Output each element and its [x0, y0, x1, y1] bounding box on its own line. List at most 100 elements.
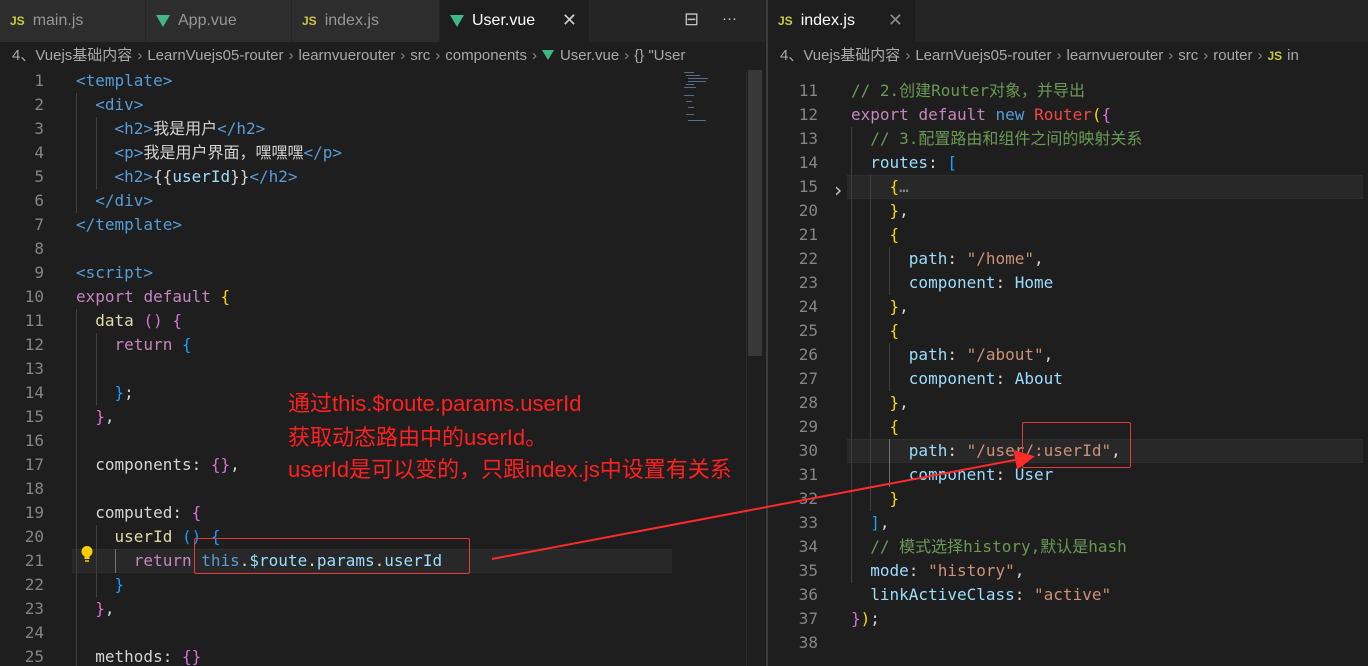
- code-token: component: [908, 273, 996, 292]
- breadcrumb-item[interactable]: in: [1287, 47, 1299, 64]
- breadcrumb-item[interactable]: LearnVuejs05-router: [915, 47, 1051, 64]
- line-number: 21: [798, 225, 818, 244]
- code-text: linkActiveClass: "active": [851, 583, 1111, 607]
- breadcrumb-item[interactable]: learnvuerouter: [1067, 47, 1164, 64]
- tab-index-js[interactable]: JS index.js: [292, 0, 440, 42]
- code-token: {: [181, 335, 192, 354]
- code-token: :: [947, 249, 967, 268]
- code-line: 24: [0, 621, 766, 645]
- code-text: }: [76, 573, 125, 597]
- breadcrumb-item[interactable]: src: [410, 47, 430, 64]
- code-text: },: [851, 391, 909, 415]
- close-icon[interactable]: ✕: [562, 10, 577, 30]
- code-token: <h2>: [76, 167, 154, 186]
- line-number: 19: [24, 503, 44, 522]
- breadcrumb-item[interactable]: {} "User: [634, 47, 685, 64]
- code-token: export: [76, 287, 134, 306]
- tab-index-js-right[interactable]: JS index.js ✕: [768, 0, 916, 42]
- line-number: 5: [34, 167, 44, 186]
- code-line: 25 methods: {}: [0, 645, 766, 666]
- indent-guide: [889, 247, 890, 295]
- tab-user-vue[interactable]: User.vue ✕: [440, 0, 590, 42]
- line-number: 6: [34, 191, 44, 210]
- chevron-right-icon: ›: [288, 47, 294, 64]
- chevron-right-icon: ›: [400, 47, 406, 64]
- more-actions-icon[interactable]: ···: [722, 10, 737, 27]
- tab-app-vue[interactable]: App.vue: [146, 0, 292, 42]
- code-text: // 模式选择history,默认是hash: [851, 535, 1127, 559]
- code-token: :: [995, 465, 1015, 484]
- code-token: :: [928, 153, 948, 172]
- indent-guide: [96, 525, 97, 597]
- code-token: ;: [870, 609, 880, 628]
- line-number: 22: [798, 249, 818, 268]
- breadcrumb-item[interactable]: User.vue: [560, 47, 619, 64]
- code-token: components:: [76, 455, 211, 474]
- code-token: }: [889, 393, 900, 412]
- vue-file-icon: [156, 15, 170, 27]
- code-line: 10 export default {: [0, 285, 766, 309]
- breadcrumb-item[interactable]: router: [1213, 47, 1252, 64]
- chevron-right-icon: ›: [435, 47, 441, 64]
- js-file-icon: JS: [302, 14, 317, 28]
- code-line: 11 // 2.创建Router对象，并导出: [768, 79, 1368, 103]
- breadcrumb-item[interactable]: 4、Vuejs基础内容: [12, 47, 132, 64]
- code-line: 22 path: "/home",: [768, 247, 1368, 271]
- code-token: ): [860, 609, 871, 628]
- code-text: {: [851, 223, 900, 247]
- line-number: 20: [24, 527, 44, 546]
- code-token: // 模式选择history,默认是hash: [870, 537, 1127, 556]
- code-line: 19 computed: {: [0, 501, 766, 525]
- vertical-scrollbar[interactable]: [748, 70, 762, 356]
- breadcrumb-item[interactable]: 4、Vuejs基础内容: [780, 47, 900, 64]
- code-token: Router: [1034, 105, 1092, 124]
- line-number: 23: [798, 273, 818, 292]
- code-text: <h2>我是用户</h2>: [76, 117, 266, 141]
- chevron-right-icon: ›: [1056, 47, 1062, 64]
- breadcrumb-item[interactable]: components: [445, 47, 527, 64]
- code-line: 13 // 3.配置路由和组件之间的映射关系: [768, 127, 1368, 151]
- tab-main-js[interactable]: JS main.js: [0, 0, 146, 42]
- code-text: // 3.配置路由和组件之间的映射关系: [851, 127, 1142, 151]
- code-token: 我是用户界面，嘿嘿嘿: [143, 143, 304, 162]
- code-token: mode: [870, 561, 909, 580]
- lightbulb-icon[interactable]: [80, 545, 94, 563]
- minimap[interactable]: [684, 70, 712, 130]
- code-line: 36 linkActiveClass: "active": [768, 583, 1368, 607]
- breadcrumb-item[interactable]: learnvuerouter: [299, 47, 396, 64]
- code-line: 8: [0, 237, 766, 261]
- code-text: <h2>{{userId}}</h2>: [76, 165, 298, 189]
- code-token: {: [220, 287, 231, 306]
- line-number: 24: [24, 623, 44, 642]
- code-line: 20 },: [768, 199, 1368, 223]
- line-number: 27: [798, 369, 818, 388]
- breadcrumb: 4、Vuejs基础内容 › LearnVuejs05-router › learnvue…: [768, 42, 1368, 70]
- line-number: 33: [798, 513, 818, 532]
- chevron-right-icon[interactable]: ›: [832, 178, 844, 202]
- close-icon[interactable]: ✕: [888, 10, 903, 30]
- code-token: userId: [114, 527, 173, 546]
- js-file-icon: JS: [778, 14, 793, 28]
- code-token: "/home": [966, 249, 1035, 268]
- line-number: 23: [24, 599, 44, 618]
- chevron-right-icon: ›: [624, 47, 630, 64]
- split-editor-icon[interactable]: ⊟: [684, 9, 699, 30]
- code-token: }: [114, 383, 125, 402]
- code-token: Home: [1014, 273, 1054, 292]
- breadcrumb-item[interactable]: LearnVuejs05-router: [147, 47, 283, 64]
- code-token: new: [995, 105, 1025, 124]
- code-token: ,: [879, 513, 890, 532]
- code-token: [: [947, 153, 957, 172]
- tab-label: App.vue: [178, 12, 237, 29]
- code-token: ,: [104, 407, 115, 426]
- code-text: <script>: [76, 261, 153, 285]
- code-token: ,: [899, 393, 909, 412]
- breadcrumb-item[interactable]: src: [1178, 47, 1198, 64]
- line-number: 7: [34, 215, 44, 234]
